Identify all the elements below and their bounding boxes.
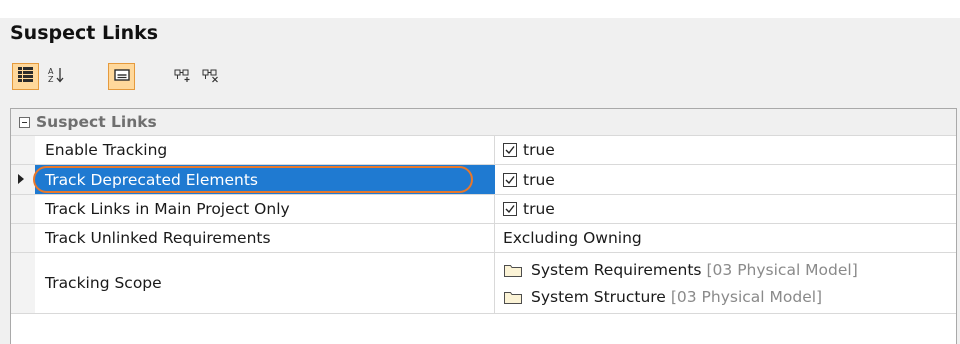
property-name: Track Deprecated Elements (35, 165, 495, 194)
property-row-tracking-scope[interactable]: Tracking Scope System Requirements [03 P… (11, 253, 956, 314)
show-description-button[interactable] (108, 63, 135, 90)
collapse-all-icon (202, 67, 220, 87)
panel-title: Suspect Links (10, 22, 159, 44)
property-value-text: true (523, 200, 555, 218)
scope-item-owner: [03 Physical Model] (706, 260, 858, 279)
scope-item-name: System Structure (531, 287, 666, 306)
row-gutter (11, 224, 35, 252)
properties-window: Suspect Links A Z Suspect Links Enable T… (0, 0, 960, 344)
property-row-track-links-main-project[interactable]: Track Links in Main Project Only true (11, 195, 956, 224)
property-value-text: true (523, 170, 555, 189)
property-value-list[interactable]: System Requirements [03 Physical Model] … (495, 253, 956, 313)
scope-item[interactable]: System Requirements [03 Physical Model] (503, 256, 956, 283)
scope-item-owner: [03 Physical Model] (670, 287, 823, 306)
property-name: Track Unlinked Requirements (35, 224, 495, 252)
expand-all-button[interactable] (169, 63, 196, 90)
row-gutter (11, 253, 35, 313)
sort-alphabetical-button[interactable]: A Z (42, 63, 69, 90)
checkmark-icon (505, 175, 515, 184)
property-value: true (495, 165, 956, 194)
property-value: true (495, 136, 956, 164)
toolbar: A Z (12, 63, 957, 93)
current-row-arrow-icon (18, 174, 24, 184)
folder-icon (503, 263, 523, 277)
property-value: true (495, 195, 956, 223)
property-row-track-deprecated-elements[interactable]: Track Deprecated Elements true (11, 165, 956, 195)
property-value-text: true (523, 141, 555, 159)
collapse-icon[interactable] (19, 116, 30, 128)
show-description-icon (113, 67, 130, 86)
folder-icon (503, 290, 523, 304)
scope-item-name: System Requirements (531, 260, 702, 279)
property-value-text: Excluding Owning (503, 229, 642, 247)
checkbox-track-links-main-project[interactable] (503, 202, 517, 216)
property-name: Track Links in Main Project Only (35, 195, 495, 223)
group-header-label: Suspect Links (36, 113, 157, 131)
svg-text:Z: Z (48, 75, 54, 84)
collapse-all-button[interactable] (197, 63, 224, 90)
checkmark-icon (505, 205, 515, 214)
property-row-enable-tracking[interactable]: Enable Tracking true (11, 136, 956, 165)
row-gutter (11, 136, 35, 164)
group-header-suspect-links[interactable]: Suspect Links (11, 109, 956, 136)
group-header-label-wrap: Suspect Links (19, 109, 157, 135)
property-value[interactable]: Excluding Owning (495, 224, 956, 252)
expand-all-icon (174, 67, 192, 87)
checkmark-icon (505, 146, 515, 155)
scope-item[interactable]: System Structure [03 Physical Model] (503, 283, 956, 310)
categorized-view-icon (17, 66, 34, 87)
property-grid: Suspect Links Enable Tracking true Track… (10, 108, 957, 344)
top-strip (0, 0, 960, 18)
property-name: Enable Tracking (35, 136, 495, 164)
row-gutter (11, 195, 35, 223)
property-row-track-unlinked-requirements[interactable]: Track Unlinked Requirements Excluding Ow… (11, 224, 956, 253)
checkbox-track-deprecated-elements[interactable] (503, 172, 517, 187)
checkbox-enable-tracking[interactable] (503, 143, 517, 157)
sort-alphabetical-icon: A Z (47, 66, 65, 88)
property-name: Tracking Scope (35, 253, 495, 313)
row-gutter (11, 165, 35, 194)
categorized-view-button[interactable] (12, 63, 39, 90)
